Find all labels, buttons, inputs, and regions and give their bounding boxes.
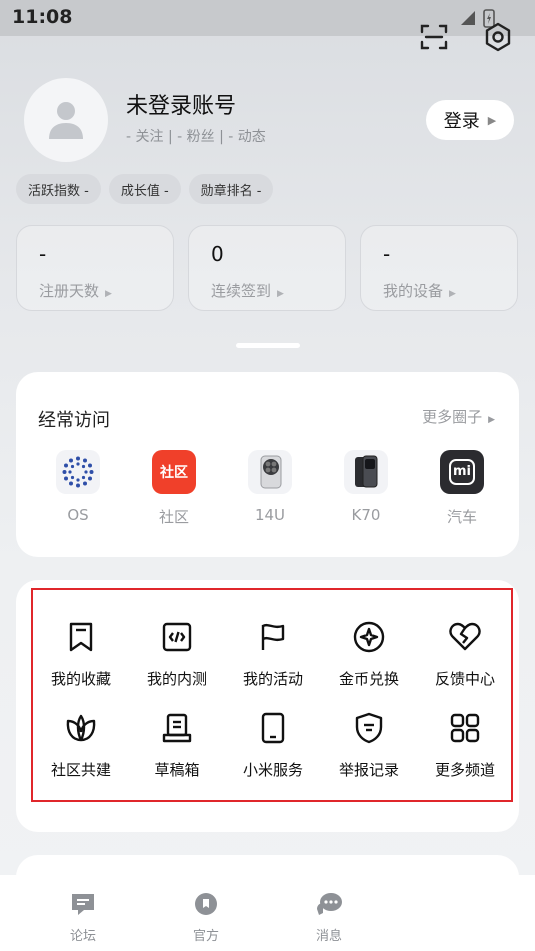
triangle-right-icon: ▶ [105,289,112,299]
service-my-activities[interactable]: 我的活动 [225,620,321,689]
top-actions [417,20,515,54]
forum-icon [72,894,94,915]
tab-official[interactable]: 官方 [176,891,236,944]
service-label: 金币兑换 [338,670,399,688]
frequent-label: 汽车 [446,508,477,526]
frequent-card: 经常访问 更多圈子 ▶ OS 社区 社区 14U K70 mi 汽车 [16,372,519,557]
service-feedback-center[interactable]: 反馈中心 [417,620,513,689]
coin-icon [352,620,386,654]
draft-icon [160,711,194,745]
service-label: 小米服务 [242,761,303,779]
phone-k70-icon [344,450,388,494]
service-drafts[interactable]: 草稿箱 [129,711,225,780]
user-placeholder-icon [49,102,83,139]
service-more-channels[interactable]: 更多频道 [417,711,513,780]
drag-handle[interactable] [236,343,300,348]
stat-card-checkin[interactable]: 0 连续签到 ▶ [188,225,346,311]
triangle-right-icon: ▶ [488,415,495,425]
code-icon [160,620,194,654]
mi-car-icon: mi [440,450,484,494]
badge-row: 活跃指数 - 成长值 - 勋章排名 - [16,174,274,204]
service-label: 我的活动 [242,670,303,688]
service-report-records[interactable]: 举报记录 [321,711,417,780]
os-icon [56,450,100,494]
tab-forum[interactable]: 论坛 [53,891,113,944]
frequent-item-14u[interactable]: 14U [222,450,318,527]
stat-label: 我的设备 ▶ [383,282,456,300]
stats-row: - 注册天数 ▶ 0 连续签到 ▶ - 我的设备 ▶ [16,225,518,311]
frequent-item-community[interactable]: 社区 社区 [126,450,222,527]
scan-button[interactable] [417,20,451,54]
frequent-label: 社区 [158,508,189,526]
login-label: 登录 [443,111,480,132]
stat-label: 连续签到 ▶ [211,282,284,300]
phone-14u-icon [248,450,292,494]
services-grid: 我的收藏 我的内测 我的活动 金币兑换 反馈中心 社区共建 草稿箱 小米服务 举… [33,620,513,780]
heart-icon [448,620,482,654]
more-circles-link[interactable]: 更多圈子 ▶ [422,406,495,427]
settings-icon [485,22,511,52]
tab-label: 消息 [315,929,342,944]
status-time: 11:08 [12,6,73,28]
frequent-item-os[interactable]: OS [30,450,126,527]
grid-icon [448,711,482,745]
triangle-right-icon: ▶ [449,289,456,299]
service-label: 更多频道 [434,761,495,779]
frequent-label: 14U [254,506,286,524]
service-label: 反馈中心 [434,670,495,688]
service-label: 举报记录 [338,761,399,779]
service-label: 我的收藏 [50,670,111,688]
triangle-right-icon: ▶ [277,289,284,299]
stat-card-register-days[interactable]: - 注册天数 ▶ [16,225,174,311]
stat-value: - [39,242,47,266]
activity-index-badge[interactable]: 活跃指数 - [16,174,101,204]
profile-header: 未登录账号 - 关注 | - 粉丝 | - 动态 登录 ▶ [24,78,514,162]
growth-value-badge[interactable]: 成长值 - [108,174,181,204]
service-my-favorites[interactable]: 我的收藏 [33,620,129,689]
service-xiaomi-services[interactable]: 小米服务 [225,711,321,780]
frequent-list: OS 社区 社区 14U K70 mi 汽车 [30,450,510,527]
triangle-right-icon: ▶ [487,113,497,127]
services-card: 我的收藏 我的内测 我的活动 金币兑换 反馈中心 社区共建 草稿箱 小米服务 举… [16,580,519,832]
tab-label: 官方 [192,929,219,944]
service-label: 社区共建 [50,761,111,779]
frequent-label: K70 [351,506,381,524]
service-community-build[interactable]: 社区共建 [33,711,129,780]
tablet-icon [256,711,290,745]
stat-value: 0 [211,242,224,266]
profile-name: 未登录账号 [126,94,237,119]
avatar[interactable] [24,78,108,162]
settings-button[interactable] [481,20,515,54]
medal-rank-badge[interactable]: 勋章排名 - [188,174,274,204]
message-icon [317,893,342,915]
bookmark-icon [64,620,98,654]
frequent-item-k70[interactable]: K70 [318,450,414,527]
service-label: 草稿箱 [154,761,200,779]
official-icon [195,893,217,915]
tab-label: 论坛 [69,929,96,944]
frequent-item-car[interactable]: mi 汽车 [414,450,510,527]
stat-label: 注册天数 ▶ [39,282,112,300]
frequent-title: 经常访问 [38,410,110,431]
leaf-icon [64,711,98,745]
profile-follow-stats: - 关注 | - 粉丝 | - 动态 [126,129,266,145]
stat-card-devices[interactable]: - 我的设备 ▶ [360,225,518,311]
login-button[interactable]: 登录 ▶ [426,100,514,140]
service-coin-exchange[interactable]: 金币兑换 [321,620,417,689]
service-my-beta[interactable]: 我的内测 [129,620,225,689]
community-icon: 社区 [152,450,196,494]
bottom-tab-bar: 论坛 官方 消息 [0,875,535,951]
shield-icon [352,711,386,745]
tab-messages[interactable]: 消息 [299,891,359,944]
service-label: 我的内测 [146,670,207,688]
stat-value: - [383,242,391,266]
scan-icon [420,24,448,50]
flag-icon [256,620,290,654]
frequent-label: OS [67,506,89,524]
